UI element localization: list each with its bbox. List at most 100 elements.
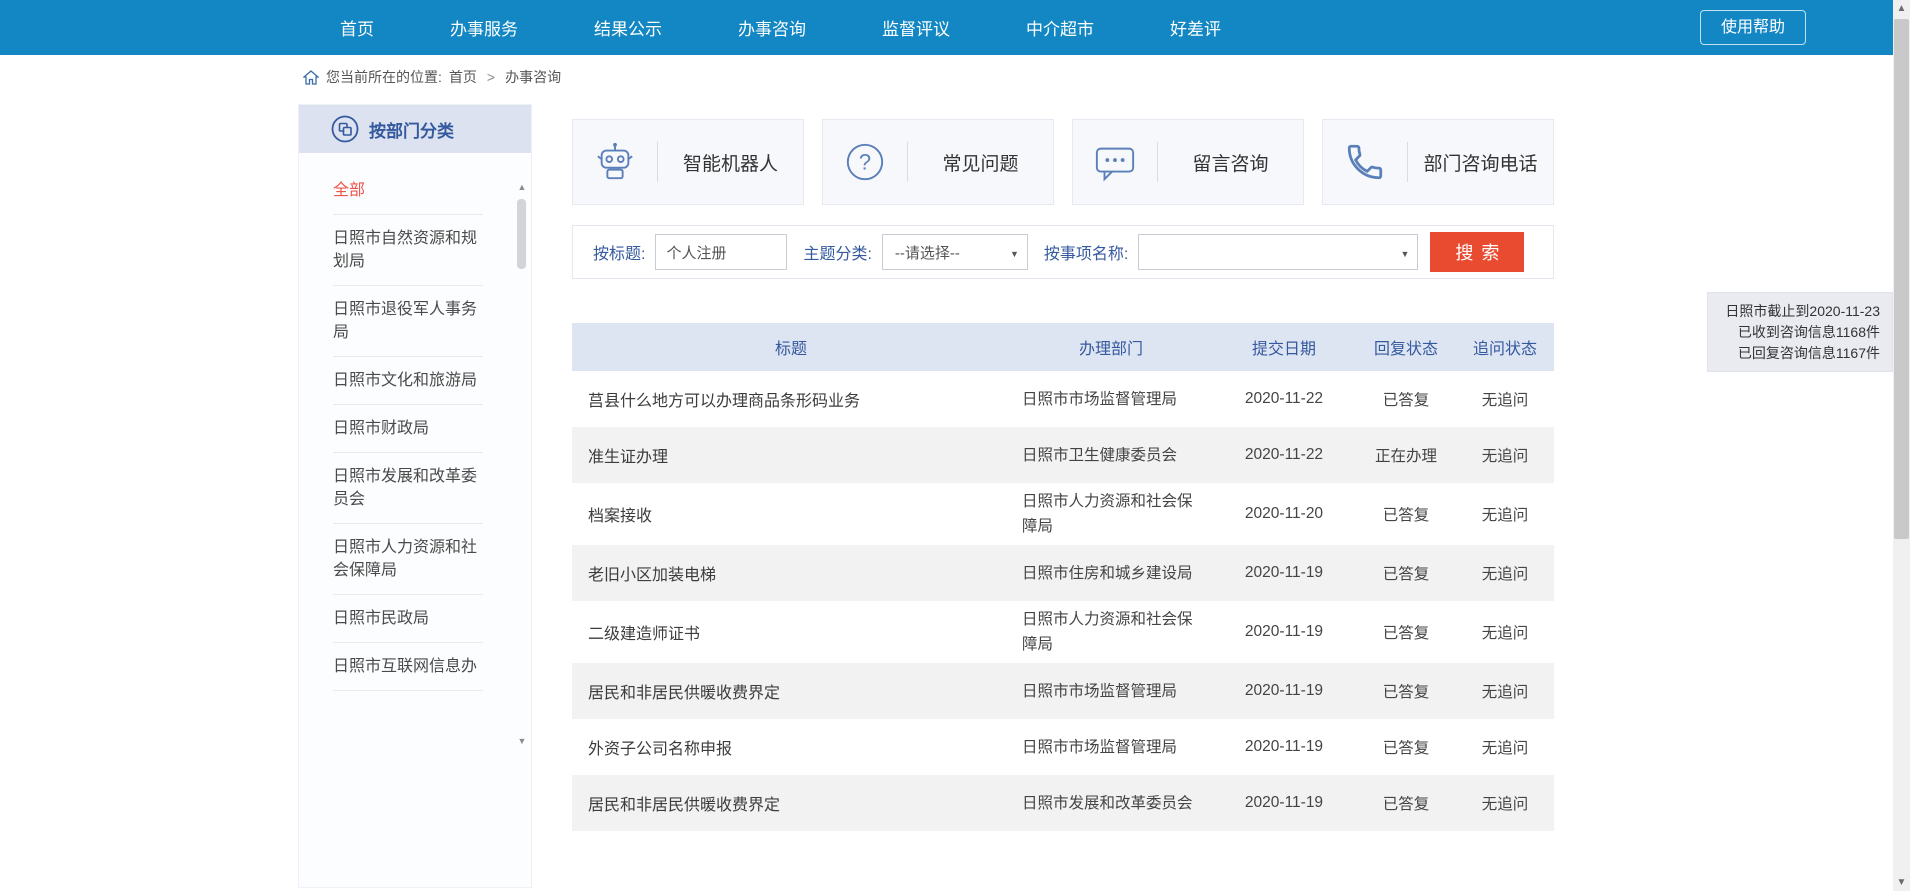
breadcrumb: 您当前所在的位置: 首页 > 办事咨询: [303, 66, 561, 88]
nav-item[interactable]: 监督评议: [882, 15, 950, 40]
nav-menu: 首页 办事服务 结果公示 办事咨询 监督评议 中介超市 好差评: [340, 0, 1221, 55]
nav-item[interactable]: 结果公示: [594, 15, 662, 40]
row-title[interactable]: 外资子公司名称申报: [572, 735, 1010, 759]
column-header-date: 提交日期: [1212, 335, 1356, 359]
department-sidebar: 按部门分类 全部 日照市自然资源和规划局 日照市退役军人事务局 日照市文化和旅游…: [298, 104, 532, 888]
sidebar-scroll-up-icon[interactable]: ▲: [516, 181, 528, 193]
column-header-reply-status: 回复状态: [1356, 335, 1456, 359]
department-filter-item[interactable]: 日照市自然资源和规划局: [333, 215, 483, 286]
row-date: 2020-11-22: [1212, 446, 1356, 464]
leave-message-label: 留言咨询: [1158, 149, 1303, 176]
title-filter-label: 按标题:: [593, 240, 645, 264]
row-reply-status: 正在办理: [1356, 444, 1456, 466]
top-navbar: 首页 办事服务 结果公示 办事咨询 监督评议 中介超市 好差评 使用帮助: [0, 0, 1910, 55]
table-row[interactable]: 二级建造师证书 日照市人力资源和社会保障局 2020-11-19 已答复 无追问: [572, 601, 1554, 663]
department-filter-item[interactable]: 日照市民政局: [333, 595, 483, 643]
sidebar-header: 按部门分类: [299, 105, 531, 153]
category-select[interactable]: --请选择-- ▼: [882, 234, 1028, 270]
row-follow-status: 无追问: [1456, 792, 1554, 814]
table-row[interactable]: 莒县什么地方可以办理商品条形码业务 日照市市场监督管理局 2020-11-22 …: [572, 371, 1554, 427]
row-date: 2020-11-19: [1212, 682, 1356, 700]
column-header-title: 标题: [572, 335, 1010, 359]
question-icon: ?: [823, 141, 907, 183]
department-filter-item[interactable]: 日照市文化和旅游局: [333, 357, 483, 405]
sidebar-scroll-down-icon[interactable]: ▼: [516, 735, 528, 747]
help-button[interactable]: 使用帮助: [1700, 10, 1806, 45]
department-filter-item[interactable]: 全部: [333, 167, 483, 215]
row-title[interactable]: 档案接收: [572, 502, 1010, 526]
category-icon: [331, 115, 359, 143]
table-row[interactable]: 居民和非居民供暖收费界定 日照市发展和改革委员会 2020-11-19 已答复 …: [572, 775, 1554, 831]
department-filter-item[interactable]: 日照市财政局: [333, 405, 483, 453]
search-button[interactable]: 搜索: [1430, 232, 1524, 272]
breadcrumb-prefix: 您当前所在的位置:: [326, 67, 442, 87]
row-department: 日照市人力资源和社会保障局: [1010, 489, 1212, 539]
row-department: 日照市人力资源和社会保障局: [1010, 607, 1212, 657]
row-date: 2020-11-22: [1212, 390, 1356, 408]
row-title[interactable]: 二级建造师证书: [572, 620, 1010, 644]
department-list: 全部 日照市自然资源和规划局 日照市退役军人事务局 日照市文化和旅游局 日照市财…: [333, 167, 483, 691]
phone-icon: [1323, 141, 1407, 183]
stats-tooltip: 日照市截止到2020-11-23 已收到咨询信息1168件 已回复咨询信息116…: [1707, 292, 1893, 372]
nav-item[interactable]: 中介超市: [1026, 15, 1094, 40]
category-filter-label: 主题分类:: [803, 240, 871, 264]
smart-robot-card[interactable]: 智能机器人: [572, 119, 804, 205]
breadcrumb-separator: >: [484, 69, 498, 85]
row-title[interactable]: 居民和非居民供暖收费界定: [572, 679, 1010, 703]
row-department: 日照市市场监督管理局: [1010, 735, 1212, 760]
row-date: 2020-11-19: [1212, 623, 1356, 641]
row-follow-status: 无追问: [1456, 562, 1554, 584]
scroll-up-icon[interactable]: ▲: [1893, 0, 1910, 17]
scroll-thumb[interactable]: [1894, 19, 1909, 539]
row-reply-status: 已答复: [1356, 736, 1456, 758]
stats-line-received: 已收到咨询信息1168件: [1716, 322, 1880, 343]
row-follow-status: 无追问: [1456, 621, 1554, 643]
smart-robot-label: 智能机器人: [658, 149, 803, 176]
sidebar-scroll-thumb[interactable]: [517, 199, 526, 269]
table-body: 莒县什么地方可以办理商品条形码业务 日照市市场监督管理局 2020-11-22 …: [572, 371, 1554, 831]
stats-line-date: 日照市截止到2020-11-23: [1716, 301, 1880, 322]
stats-line-replied: 已回复咨询信息1167件: [1716, 343, 1880, 364]
nav-item[interactable]: 好差评: [1170, 15, 1221, 40]
row-title[interactable]: 准生证办理: [572, 443, 1010, 467]
row-reply-status: 已答复: [1356, 621, 1456, 643]
item-name-select[interactable]: ▼: [1138, 234, 1418, 270]
row-follow-status: 无追问: [1456, 680, 1554, 702]
category-select-value: --请选择--: [895, 242, 960, 263]
faq-card[interactable]: ? 常见问题: [822, 119, 1054, 205]
sidebar-scrollbar[interactable]: ▲ ▼: [516, 181, 528, 747]
breadcrumb-current: 办事咨询: [505, 67, 561, 87]
table-row[interactable]: 居民和非居民供暖收费界定 日照市市场监督管理局 2020-11-19 已答复 无…: [572, 663, 1554, 719]
table-row[interactable]: 准生证办理 日照市卫生健康委员会 2020-11-22 正在办理 无追问: [572, 427, 1554, 483]
nav-item[interactable]: 首页: [340, 15, 374, 40]
chevron-down-icon: ▼: [1010, 249, 1019, 259]
page-scrollbar[interactable]: ▲ ▼: [1893, 0, 1910, 891]
table-row[interactable]: 老旧小区加装电梯 日照市住房和城乡建设局 2020-11-19 已答复 无追问: [572, 545, 1554, 601]
nav-item[interactable]: 办事咨询: [738, 15, 806, 40]
row-title[interactable]: 莒县什么地方可以办理商品条形码业务: [572, 387, 1010, 411]
row-follow-status: 无追问: [1456, 736, 1554, 758]
table-row[interactable]: 档案接收 日照市人力资源和社会保障局 2020-11-20 已答复 无追问: [572, 483, 1554, 545]
phone-consult-card[interactable]: 部门咨询电话: [1322, 119, 1554, 205]
leave-message-card[interactable]: 留言咨询: [1072, 119, 1304, 205]
item-name-filter-label: 按事项名称:: [1044, 240, 1128, 264]
search-bar: 按标题: 主题分类: --请选择-- ▼ 按事项名称: ▼ 搜索: [572, 225, 1554, 279]
department-filter-item[interactable]: 日照市人力资源和社会保障局: [333, 524, 483, 595]
department-filter-item[interactable]: 日照市互联网信息办: [333, 643, 483, 691]
department-filter-item[interactable]: 日照市退役军人事务局: [333, 286, 483, 357]
nav-item[interactable]: 办事服务: [450, 15, 518, 40]
table-row[interactable]: 外资子公司名称申报 日照市市场监督管理局 2020-11-19 已答复 无追问: [572, 719, 1554, 775]
page: 首页 办事服务 结果公示 办事咨询 监督评议 中介超市 好差评 使用帮助 您当前…: [0, 0, 1910, 891]
title-search-input[interactable]: [655, 234, 787, 270]
row-title[interactable]: 老旧小区加装电梯: [572, 561, 1010, 585]
scroll-down-icon[interactable]: ▼: [1893, 874, 1910, 891]
phone-consult-label: 部门咨询电话: [1408, 149, 1553, 176]
row-reply-status: 已答复: [1356, 503, 1456, 525]
row-department: 日照市市场监督管理局: [1010, 387, 1212, 412]
consultation-table: 标题 办理部门 提交日期 回复状态 追问状态 莒县什么地方可以办理商品条形码业务…: [572, 323, 1554, 831]
breadcrumb-home-link[interactable]: 首页: [449, 67, 477, 87]
sidebar-title: 按部门分类: [369, 117, 454, 142]
row-department: 日照市住房和城乡建设局: [1010, 561, 1212, 586]
row-title[interactable]: 居民和非居民供暖收费界定: [572, 791, 1010, 815]
department-filter-item[interactable]: 日照市发展和改革委员会: [333, 453, 483, 524]
